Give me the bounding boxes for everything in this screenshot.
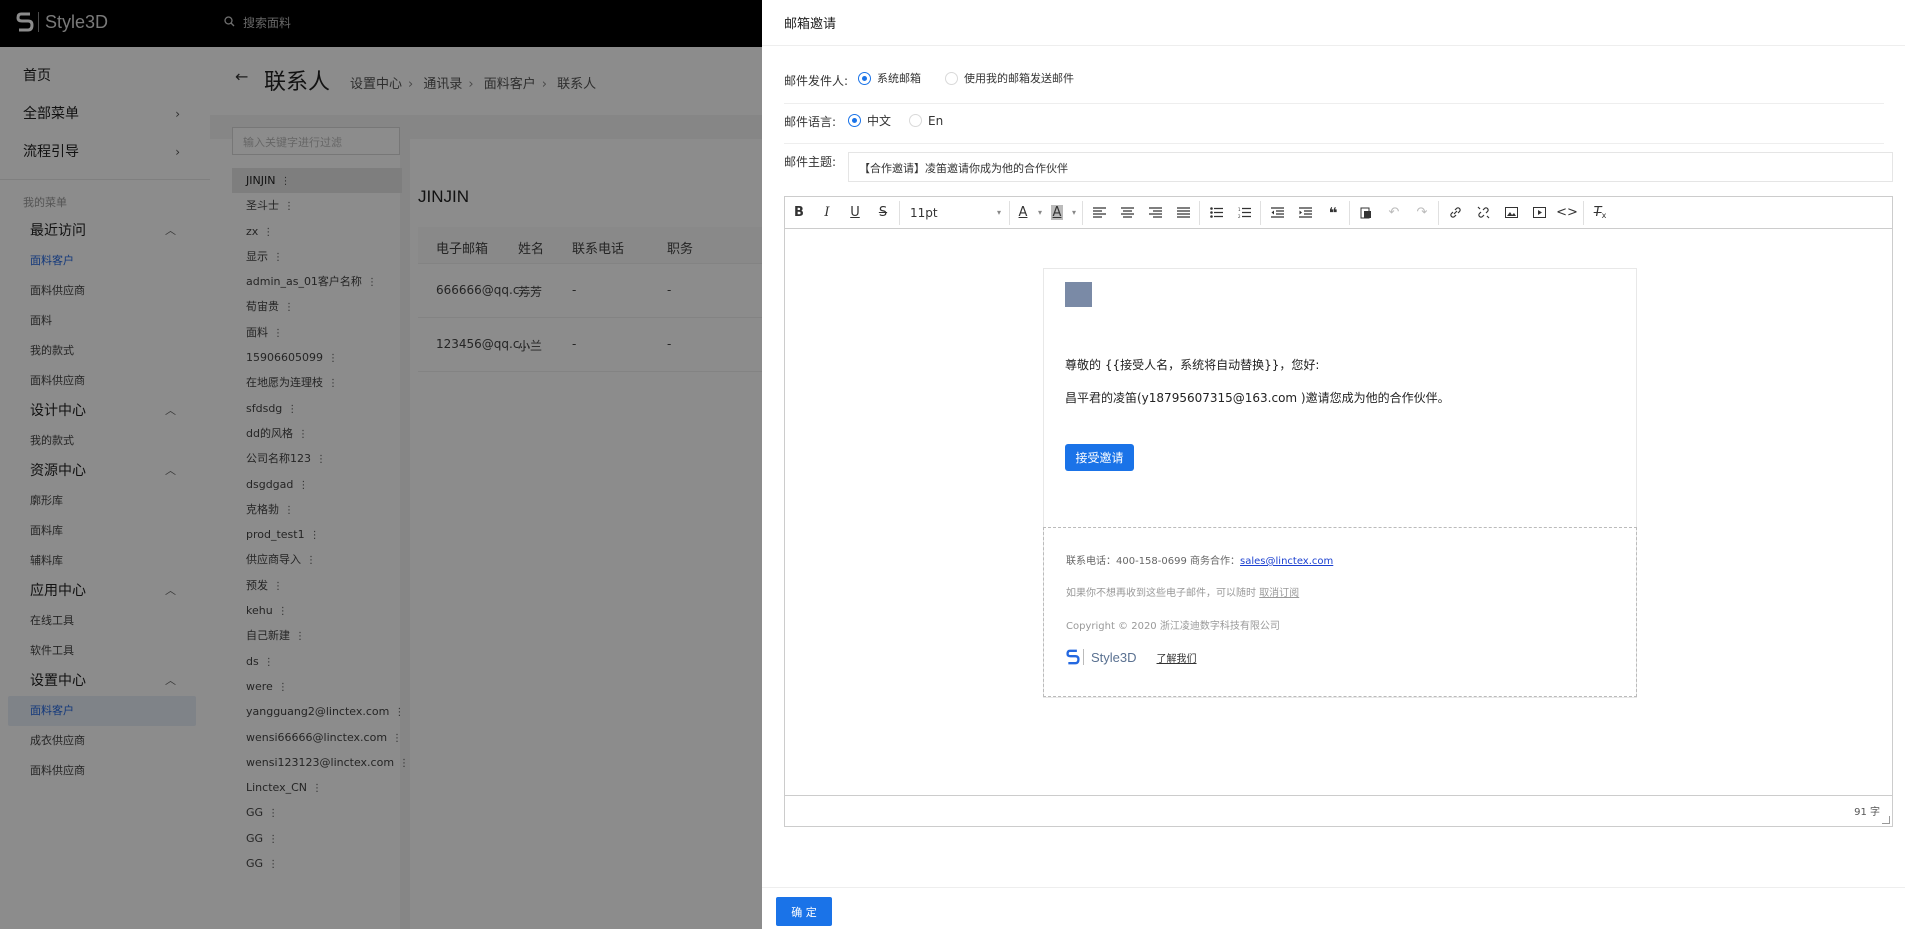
radio-unchecked-icon <box>945 71 958 85</box>
subject-input[interactable]: 【合作邀请】凌笛邀请你成为他的合作伙伴 <box>848 152 1893 182</box>
undo-icon[interactable]: ↶ <box>1380 199 1408 227</box>
text-color-icon[interactable]: A <box>1012 199 1034 227</box>
align-right-icon[interactable] <box>1141 199 1169 227</box>
language-label: 邮件语言: <box>784 115 837 129</box>
font-size-value: 11pt <box>910 205 938 220</box>
divider <box>762 887 1905 888</box>
strikethrough-icon[interactable]: S <box>869 199 897 227</box>
font-size-select[interactable]: 11pt ▾ <box>902 199 1007 227</box>
chevron-down-icon[interactable]: ▾ <box>1068 199 1080 227</box>
radio-english[interactable]: En <box>909 112 943 129</box>
editor-toolbar: B I U S 11pt ▾ A ▾ A ▾ 12 ❝ ↶ ↷ <> T x <box>785 197 1892 229</box>
radio-unchecked-icon <box>909 114 923 127</box>
contact-line: 联系电话：400-158-0699 商务合作：sales@linctex.com <box>1066 552 1333 567</box>
blockquote-icon[interactable]: ❝ <box>1319 199 1347 227</box>
email-invite-drawer: 邮箱邀请 邮件发件人: 系统邮箱 使用我的邮箱发送邮件 邮件语言: 中文 En … <box>762 0 1905 929</box>
editor-content[interactable]: 尊敬的 {{接受人名，系统将自动替换}}，您好: 昌平君的凌笛(y1879560… <box>785 230 1892 795</box>
editor-statusbar: 91 字 <box>785 795 1892 826</box>
align-justify-icon[interactable] <box>1169 199 1197 227</box>
link-icon[interactable] <box>1441 199 1469 227</box>
about-us-link[interactable]: 了解我们 <box>1157 650 1197 665</box>
background-color-icon[interactable]: A <box>1046 199 1068 227</box>
indent-icon[interactable] <box>1291 199 1319 227</box>
radio-chinese[interactable]: 中文 <box>848 112 891 129</box>
unsubscribe-link[interactable]: 取消订阅 <box>1259 588 1299 599</box>
style3d-logo-icon <box>1066 649 1080 665</box>
footer-brand-row: Style3D 了解我们 <box>1066 648 1197 666</box>
bullet-list-icon[interactable] <box>1202 199 1230 227</box>
accept-invite-button[interactable]: 接受邀请 <box>1065 444 1134 471</box>
radio-checked-icon <box>858 71 871 85</box>
sales-email-link[interactable]: sales@linctex.com <box>1240 556 1333 567</box>
radio-my-mailbox[interactable]: 使用我的邮箱发送邮件 <box>945 70 1074 86</box>
subject-label: 邮件主题: <box>784 155 837 169</box>
resize-handle-icon[interactable] <box>1882 816 1890 824</box>
align-left-icon[interactable] <box>1085 199 1113 227</box>
unsubscribe-line: 如果你不想再收到这些电子邮件，可以随时 取消订阅 <box>1066 584 1299 599</box>
email-greeting: 尊敬的 {{接受人名，系统将自动替换}}，您好: <box>1065 358 1320 372</box>
confirm-button[interactable]: 确 定 <box>776 897 832 926</box>
email-invite-text: 昌平君的凌笛(y18795607315@163.com )邀请您成为他的合作伙伴… <box>1065 391 1450 405</box>
align-center-icon[interactable] <box>1113 199 1141 227</box>
unsubscribe-text: 如果你不想再收到这些电子邮件，可以随时 <box>1066 588 1260 599</box>
svg-text:1: 1 <box>1238 207 1241 212</box>
underline-icon[interactable]: U <box>841 199 869 227</box>
drawer-title: 邮箱邀请 <box>784 17 837 32</box>
radio-label: 使用我的邮箱发送邮件 <box>964 72 1074 85</box>
numbered-list-icon[interactable]: 12 <box>1230 199 1258 227</box>
sender-label: 邮件发件人: <box>784 74 849 88</box>
email-footer: 联系电话：400-158-0699 商务合作：sales@linctex.com… <box>1043 527 1637 697</box>
paste-icon[interactable] <box>1352 199 1380 227</box>
contact-text: 联系电话：400-158-0699 商务合作： <box>1066 556 1241 567</box>
radio-label: En <box>928 113 944 128</box>
radio-system-mailbox[interactable]: 系统邮箱 <box>858 70 921 86</box>
modal-mask[interactable] <box>0 0 762 929</box>
italic-icon[interactable]: I <box>813 199 841 227</box>
radio-label: 系统邮箱 <box>877 72 921 85</box>
clear-format-icon[interactable]: Tx <box>1586 199 1614 227</box>
divider <box>762 45 1905 46</box>
chevron-down-icon: ▾ <box>996 208 1001 217</box>
image-icon[interactable] <box>1497 199 1525 227</box>
divider <box>784 103 1884 104</box>
rich-text-editor: B I U S 11pt ▾ A ▾ A ▾ 12 ❝ ↶ ↷ <> T x 尊… <box>784 196 1893 827</box>
radio-checked-icon <box>848 114 861 127</box>
radio-label: 中文 <box>867 114 892 128</box>
svg-text:2: 2 <box>1238 214 1241 218</box>
copyright: Copyright © 2020 浙江凌迪数字科技有限公司 <box>1066 621 1280 632</box>
divider <box>784 143 1884 144</box>
bold-icon[interactable]: B <box>785 199 813 227</box>
chevron-down-icon[interactable]: ▾ <box>1034 199 1046 227</box>
word-count: 91 字 <box>1854 807 1880 818</box>
media-icon[interactable] <box>1525 199 1553 227</box>
unlink-icon[interactable] <box>1469 199 1497 227</box>
redo-icon[interactable]: ↷ <box>1408 199 1436 227</box>
footer-brand: Style3D <box>1091 649 1137 665</box>
email-card: 尊敬的 {{接受人名，系统将自动替换}}，您好: 昌平君的凌笛(y1879560… <box>1043 268 1637 698</box>
code-icon[interactable]: <> <box>1553 199 1581 227</box>
logo-placeholder <box>1065 282 1092 307</box>
outdent-icon[interactable] <box>1263 199 1291 227</box>
